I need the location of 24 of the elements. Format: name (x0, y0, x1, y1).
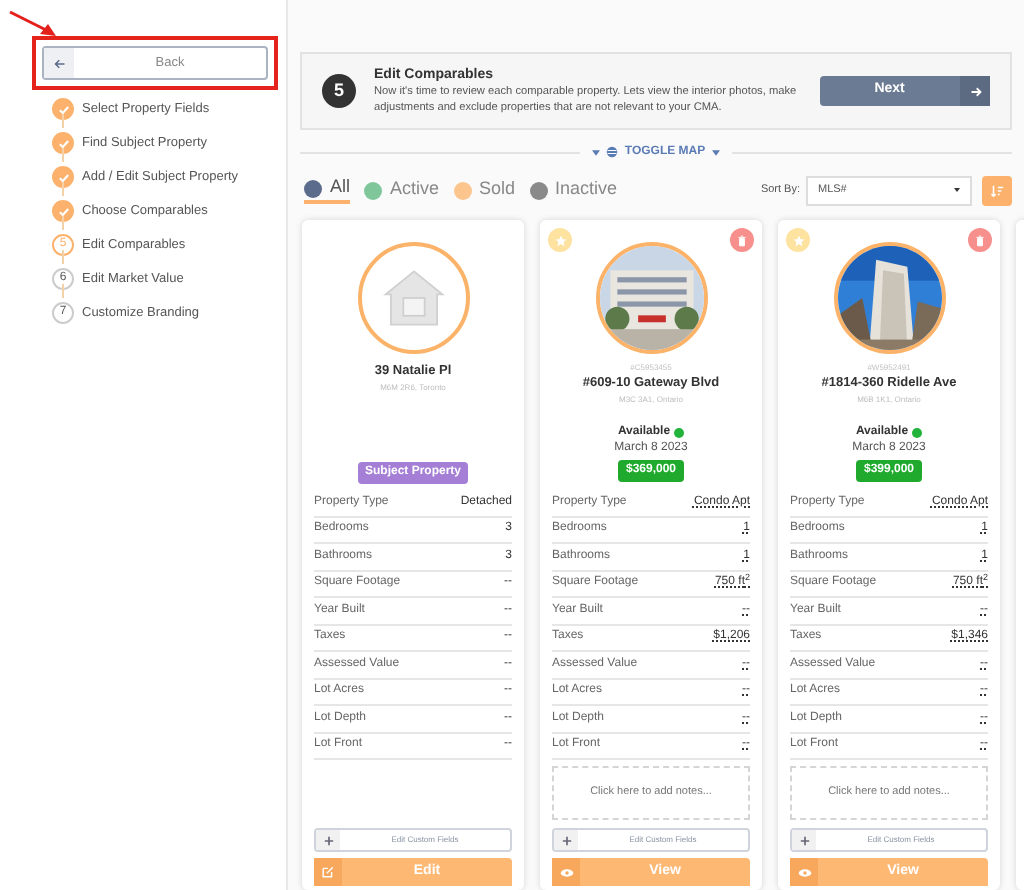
caret-icon (592, 149, 601, 155)
star-icon[interactable] (786, 228, 810, 252)
star-icon[interactable] (548, 228, 572, 252)
status-filter[interactable]: All (304, 176, 351, 204)
plus-icon (799, 835, 809, 845)
check-icon (57, 103, 69, 115)
sort-icon (990, 183, 1004, 197)
plus-icon (561, 835, 571, 845)
plus-icon (323, 835, 333, 845)
check-icon (57, 205, 69, 217)
step-number-badge: 5 (322, 74, 356, 108)
caret-icon (711, 149, 720, 155)
back-arrow-icon (53, 57, 65, 69)
check-icon (57, 171, 69, 183)
delete-icon[interactable] (968, 228, 992, 252)
map-icon (606, 146, 619, 158)
check-icon (57, 137, 69, 149)
eye-icon (559, 867, 573, 877)
sort-order-button[interactable] (982, 175, 1012, 205)
eye-icon (797, 867, 811, 877)
delete-icon[interactable] (730, 228, 754, 252)
next-arrow-icon (969, 85, 981, 97)
dropdown-caret-icon (954, 188, 960, 192)
edit-icon (322, 866, 334, 878)
